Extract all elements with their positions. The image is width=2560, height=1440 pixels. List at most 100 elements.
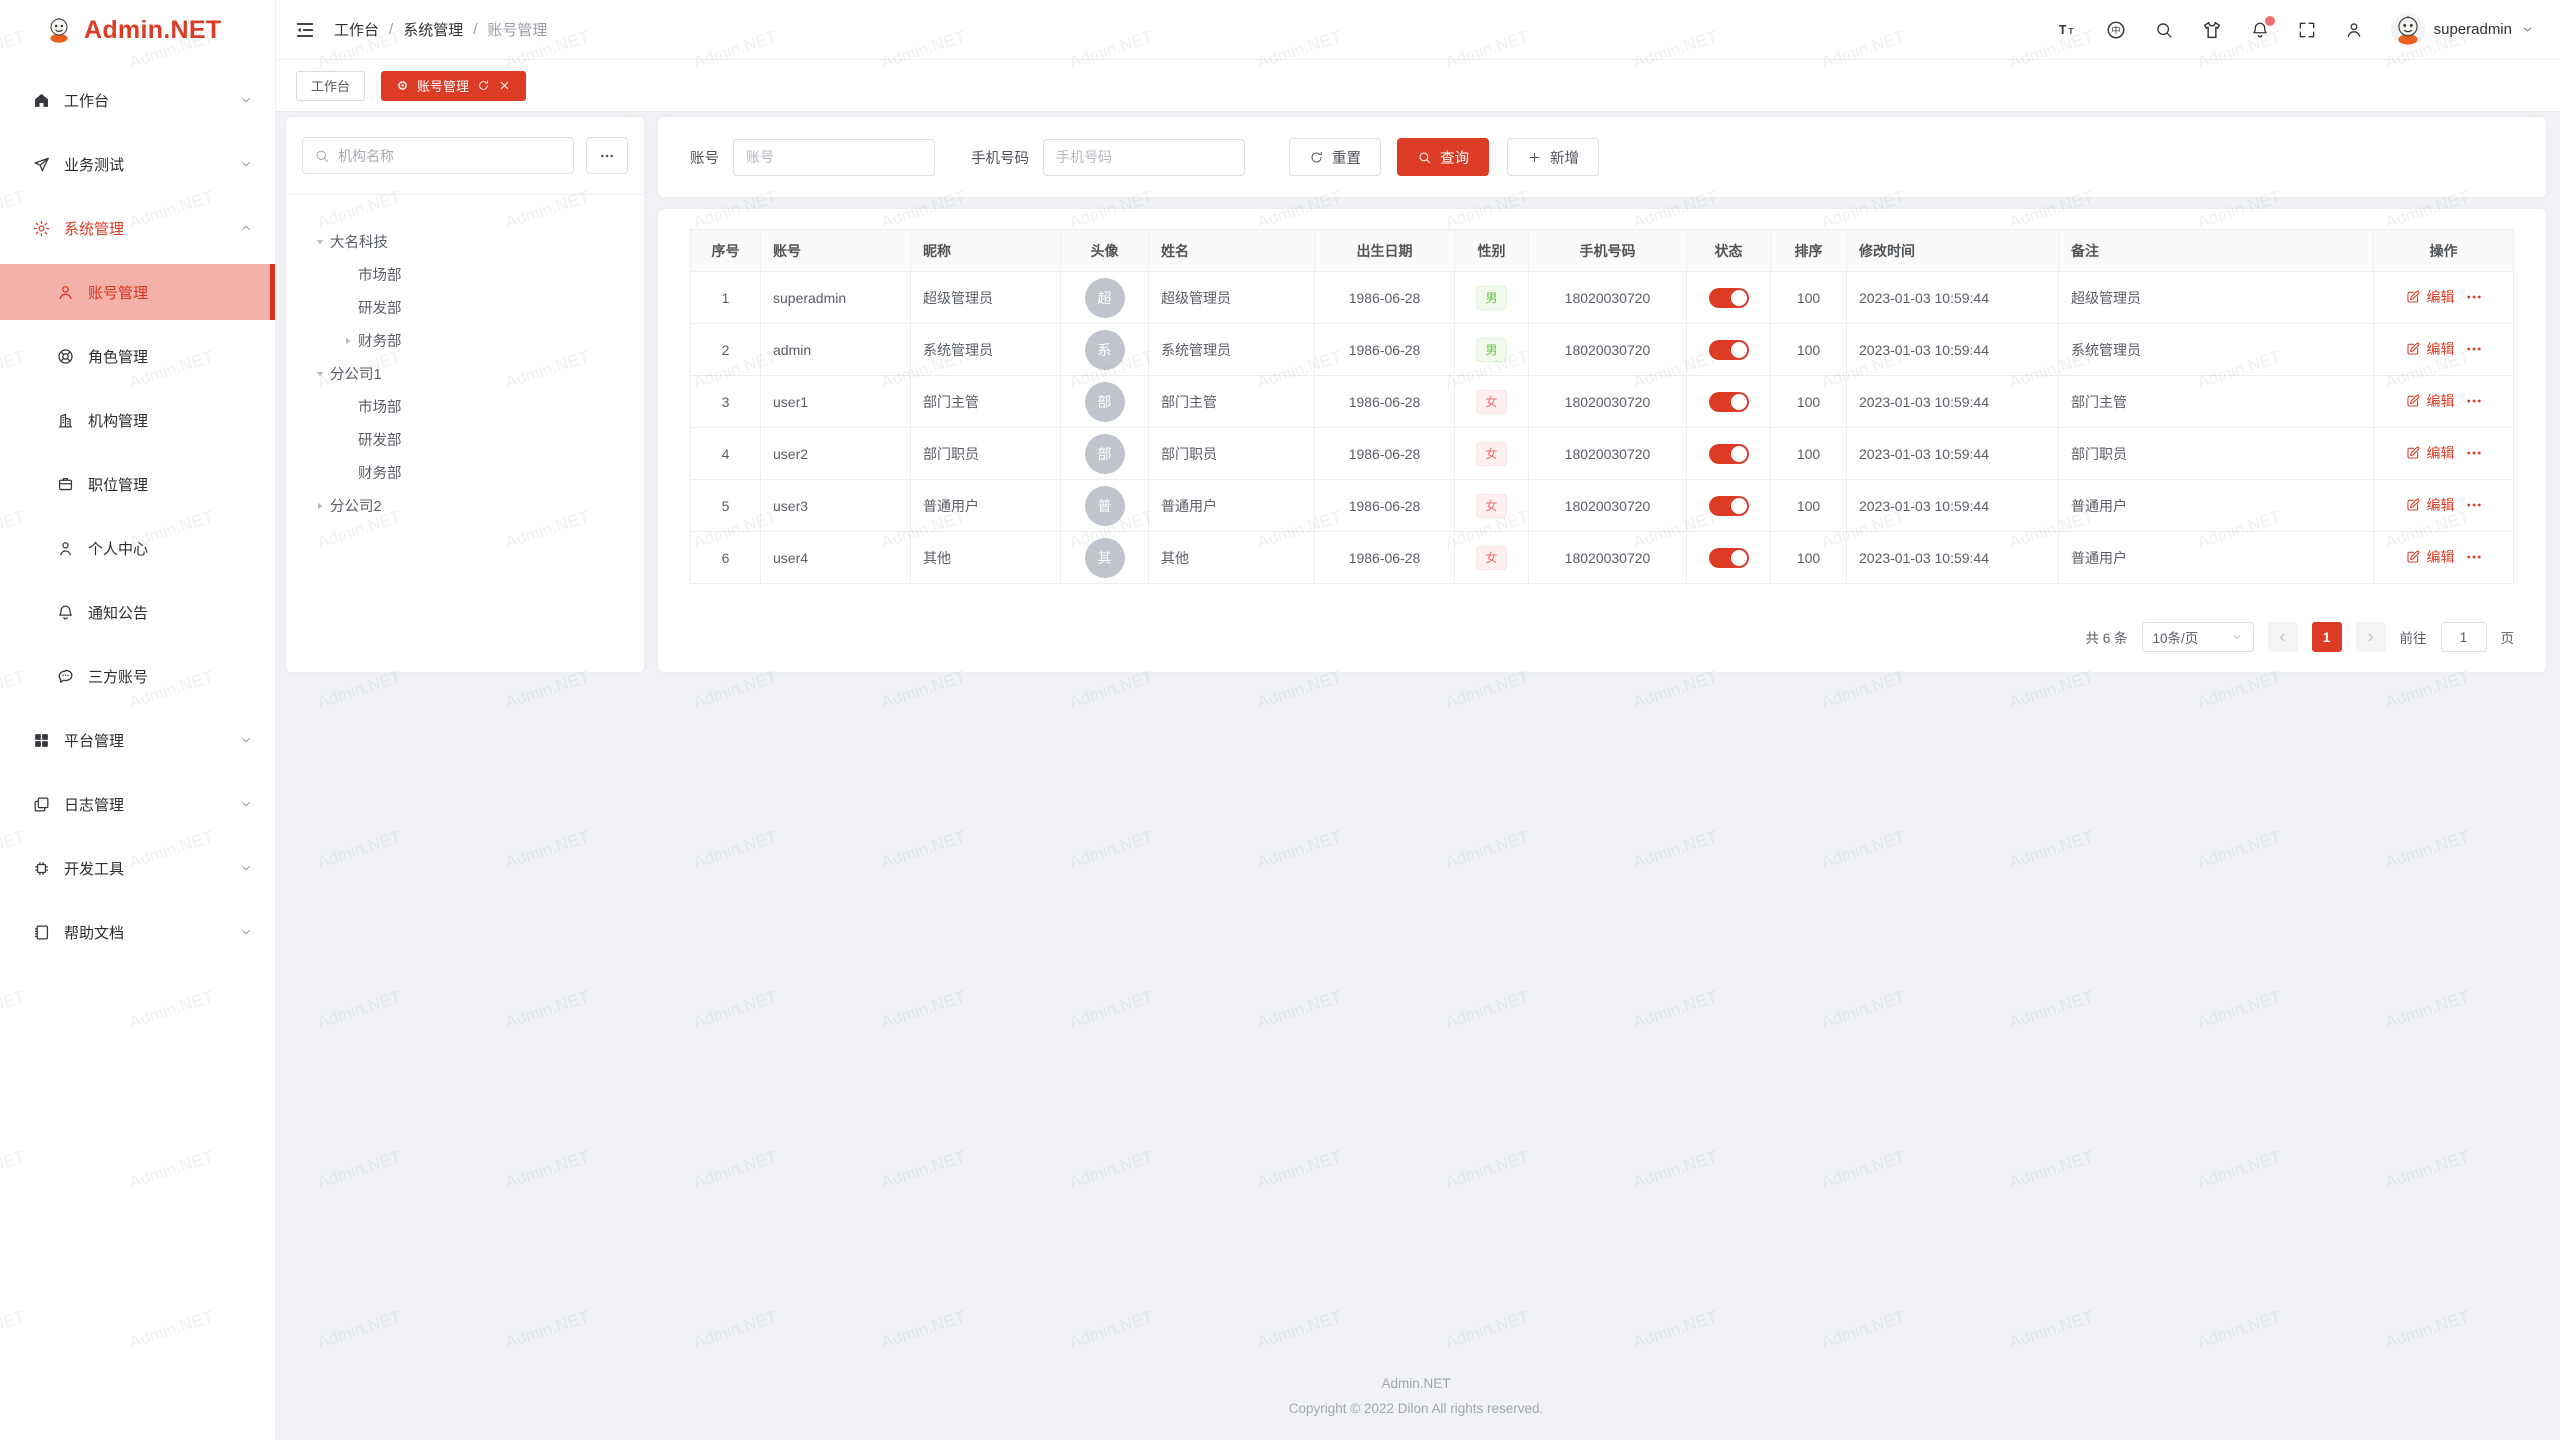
sidebar-item-third-account[interactable]: 三方账号 — [0, 648, 275, 704]
org-search-input[interactable] — [338, 148, 562, 164]
edit-button[interactable]: 编辑 — [2405, 443, 2455, 463]
page-size-select[interactable]: 10条/页 — [2142, 622, 2254, 652]
tree-node[interactable]: 分公司1 — [296, 357, 634, 390]
account-filter-input[interactable] — [733, 139, 935, 176]
chevron-down-icon — [239, 861, 253, 875]
breadcrumb-item-current: 账号管理 — [487, 19, 547, 40]
sidebar-item-notice[interactable]: 通知公告 — [0, 584, 275, 640]
user-menu[interactable]: superadmin — [2391, 13, 2534, 47]
theme-icon[interactable] — [2201, 19, 2223, 41]
next-page-button[interactable] — [2356, 622, 2386, 652]
cell-no: 1 — [691, 272, 761, 324]
tab-account-management[interactable]: 账号管理 — [381, 71, 526, 101]
tree-node[interactable]: 大名科技 — [296, 225, 634, 258]
status-toggle[interactable] — [1709, 392, 1749, 412]
sidebar-item-workbench[interactable]: 工作台 — [0, 72, 275, 128]
row-more-button[interactable] — [2465, 496, 2483, 514]
cell-modified: 2023-01-03 10:59:44 — [1847, 324, 2059, 376]
sidebar-item-devtools[interactable]: 开发工具 — [0, 840, 275, 896]
fullscreen-icon[interactable] — [2297, 20, 2317, 40]
sidebar-item-label: 开发工具 — [64, 858, 239, 879]
active-dot-icon — [396, 79, 409, 92]
row-actions: 编辑 — [2405, 391, 2483, 411]
sidebar-item-role[interactable]: 角色管理 — [0, 328, 275, 384]
tree-node[interactable]: 市场部 — [296, 258, 634, 291]
sidebar-item-docs[interactable]: 帮助文档 — [0, 904, 275, 960]
search-icon[interactable] — [2154, 20, 2174, 40]
tree-node[interactable]: 分公司2 — [296, 489, 634, 522]
tree-caret-expanded-icon[interactable] — [310, 368, 330, 380]
sidebar-item-org[interactable]: 机构管理 — [0, 392, 275, 448]
sidebar-item-account[interactable]: 账号管理 — [0, 264, 275, 320]
page-footer: Admin.NET Copyright © 2022 Dilon All rig… — [286, 1359, 2546, 1440]
status-toggle[interactable] — [1709, 444, 1749, 464]
tree-node[interactable]: 市场部 — [296, 390, 634, 423]
row-more-button[interactable] — [2465, 392, 2483, 410]
cell-avatar: 系 — [1061, 324, 1149, 376]
notification-icon[interactable] — [2250, 20, 2270, 40]
tree-caret-placeholder — [338, 269, 358, 281]
tree-caret-expanded-icon[interactable] — [310, 236, 330, 248]
font-size-icon[interactable]: TT — [2058, 20, 2078, 40]
tree-node[interactable]: 研发部 — [296, 423, 634, 456]
cell-phone: 18020030720 — [1529, 376, 1687, 428]
column-header-birthday: 出生日期 — [1315, 230, 1455, 272]
logo-title: Admin.NET — [84, 16, 221, 45]
sidebar-item-system-management[interactable]: 系统管理 — [0, 200, 275, 256]
sidebar-item-label: 账号管理 — [88, 282, 253, 303]
cell-modified: 2023-01-03 10:59:44 — [1847, 376, 2059, 428]
edit-label: 编辑 — [2427, 339, 2455, 359]
org-search-box — [302, 137, 574, 174]
add-button[interactable]: 新增 — [1507, 138, 1599, 176]
close-icon[interactable] — [498, 79, 511, 92]
tree-caret-collapsed-icon[interactable] — [338, 335, 358, 347]
prev-page-button[interactable] — [2268, 622, 2298, 652]
org-more-button[interactable] — [586, 137, 628, 174]
phone-filter-input[interactable] — [1043, 139, 1245, 176]
tab-workbench[interactable]: 工作台 — [296, 71, 365, 101]
menu-collapse-icon[interactable] — [294, 19, 316, 41]
reset-button[interactable]: 重置 — [1289, 138, 1381, 176]
sidebar-item-position[interactable]: 职位管理 — [0, 456, 275, 512]
edit-button[interactable]: 编辑 — [2405, 495, 2455, 515]
sidebar-item-label: 通知公告 — [88, 602, 253, 623]
sidebar-item-profile-center[interactable]: 个人中心 — [0, 520, 275, 576]
cell-status — [1687, 324, 1771, 376]
cell-birthday: 1986-06-28 — [1315, 272, 1455, 324]
tree-caret-collapsed-icon[interactable] — [310, 500, 330, 512]
status-toggle[interactable] — [1709, 340, 1749, 360]
status-toggle[interactable] — [1709, 288, 1749, 308]
edit-button[interactable]: 编辑 — [2405, 391, 2455, 411]
profile-icon[interactable] — [2344, 20, 2364, 40]
cell-name: 部门主管 — [1149, 376, 1315, 428]
row-more-button[interactable] — [2465, 548, 2483, 566]
tree-node-label: 研发部 — [358, 297, 402, 318]
logo[interactable]: Admin.NET — [0, 0, 275, 60]
page-number-1[interactable]: 1 — [2312, 622, 2342, 652]
query-button[interactable]: 查询 — [1397, 138, 1489, 176]
role-icon — [56, 347, 75, 366]
language-icon[interactable]: 中 — [2105, 19, 2127, 41]
sidebar-item-logs[interactable]: 日志管理 — [0, 776, 275, 832]
breadcrumb-item-workbench[interactable]: 工作台 — [334, 19, 379, 40]
tree-node[interactable]: 财务部 — [296, 324, 634, 357]
status-toggle[interactable] — [1709, 548, 1749, 568]
edit-button[interactable]: 编辑 — [2405, 547, 2455, 567]
goto-page-input[interactable] — [2441, 622, 2487, 652]
edit-button[interactable]: 编辑 — [2405, 339, 2455, 359]
sidebar-item-business-test[interactable]: 业务测试 — [0, 136, 275, 192]
edit-button[interactable]: 编辑 — [2405, 287, 2455, 307]
tree-node[interactable]: 财务部 — [296, 456, 634, 489]
column-header-name: 姓名 — [1149, 230, 1315, 272]
tree-node[interactable]: 研发部 — [296, 291, 634, 324]
row-more-button[interactable] — [2465, 288, 2483, 306]
tab-label: 账号管理 — [417, 76, 469, 95]
row-more-button[interactable] — [2465, 444, 2483, 462]
table-row: 1superadmin超级管理员超超级管理员1986-06-28男1802003… — [691, 272, 2514, 324]
cell-avatar: 部 — [1061, 428, 1149, 480]
status-toggle[interactable] — [1709, 496, 1749, 516]
row-more-button[interactable] — [2465, 340, 2483, 358]
refresh-icon[interactable] — [477, 79, 490, 92]
sidebar-item-platform[interactable]: 平台管理 — [0, 712, 275, 768]
breadcrumb-item-system[interactable]: 系统管理 — [403, 19, 463, 40]
